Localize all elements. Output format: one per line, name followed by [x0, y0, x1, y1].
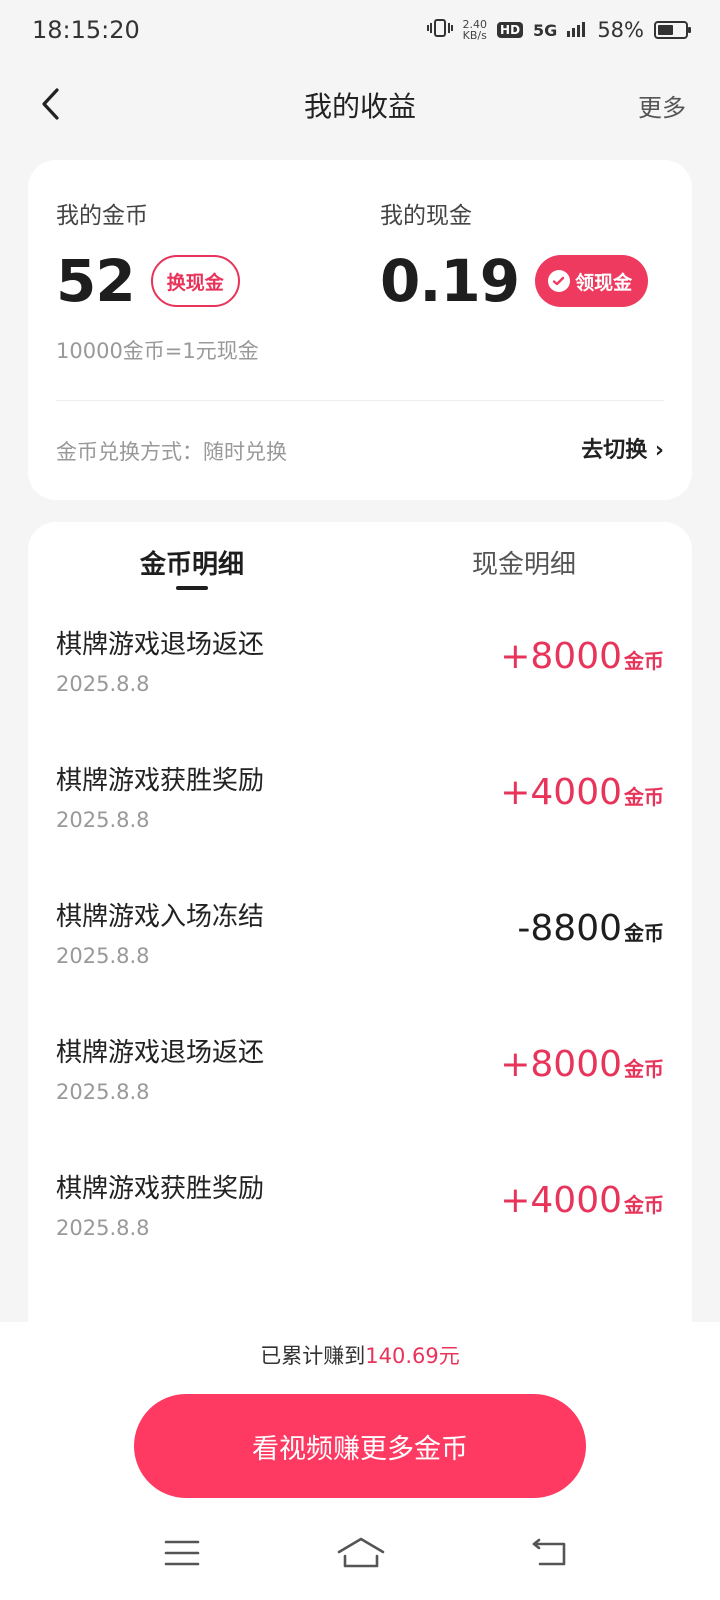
- system-back-icon[interactable]: [530, 1538, 570, 1574]
- record-amount: +4000 金币: [500, 772, 664, 813]
- record-date: 2025.8.8: [56, 1080, 150, 1104]
- signal-bars-icon: [567, 18, 587, 42]
- cash-label: 我的现金: [380, 203, 472, 229]
- coin-balance: 我的金币 52 换现金: [56, 196, 240, 316]
- exchange-method: 金币兑换方式：随时兑换: [56, 440, 287, 464]
- tab-cash-detail[interactable]: 现金明细: [472, 544, 576, 581]
- detail-tabs: 金币明细 现金明细: [28, 522, 692, 612]
- switch-method-button[interactable]: 去切换 ›: [581, 432, 664, 464]
- list-item: 棋牌游戏获胜奖励 2025.8.8 +4000 金币: [28, 1154, 692, 1290]
- net-speed-unit: KB/s: [462, 29, 487, 42]
- status-time: 18:15:20: [32, 16, 140, 44]
- record-amount-unit: 金币: [624, 649, 664, 673]
- record-amount: +8000 金币: [500, 1044, 664, 1085]
- coins-value: 52: [56, 247, 136, 315]
- cumulative-value: 140.69元: [365, 1344, 460, 1368]
- cash-balance: 我的现金 0.19 领现金: [380, 196, 649, 316]
- system-nav-bar: [0, 1532, 720, 1582]
- tab-coin-detail[interactable]: 金币明细: [140, 544, 244, 581]
- back-button[interactable]: [30, 84, 70, 124]
- record-date: 2025.8.8: [56, 1216, 150, 1240]
- record-amount: +4000 金币: [500, 1180, 664, 1221]
- status-icons: 2.40 KB/s HD 5G 58%: [426, 18, 691, 43]
- record-amount-unit: 金币: [624, 785, 664, 809]
- hd-badge: HD: [497, 22, 524, 38]
- home-icon[interactable]: [336, 1536, 386, 1574]
- cash-value: 0.19: [380, 247, 520, 315]
- list-item: 棋牌游戏退场返还 2025.8.8 +8000 金币: [28, 610, 692, 746]
- record-desc: 棋牌游戏退场返还: [56, 630, 265, 660]
- record-amount-unit: 金币: [624, 921, 664, 945]
- vibrate-icon: [426, 18, 453, 43]
- list-item: 棋牌游戏退场返还 2025.8.8 +8000 金币: [28, 1018, 692, 1154]
- nav-bar: 我的收益 更多: [0, 60, 720, 150]
- record-desc: 棋牌游戏获胜奖励: [56, 766, 265, 796]
- battery-fill: [658, 25, 673, 35]
- status-bar: 18:15:20 2.40 KB/s HD 5G 58%: [0, 0, 720, 60]
- tab-underline: [176, 586, 208, 590]
- cumulative-earnings: 已累计赚到140.69元: [0, 1340, 720, 1370]
- record-date: 2025.8.8: [56, 672, 150, 696]
- exchange-cash-button[interactable]: 换现金: [150, 255, 240, 307]
- record-desc: 棋牌游戏入场冻结: [56, 902, 265, 932]
- record-amount-value: +8000: [500, 636, 622, 677]
- record-amount-value: -8800: [517, 908, 622, 949]
- record-date: 2025.8.8: [56, 808, 150, 832]
- coins-label: 我的金币: [56, 203, 148, 229]
- wechat-icon: [548, 270, 571, 292]
- withdraw-cash-label: 领现金: [575, 271, 633, 294]
- record-amount-value: +4000: [500, 772, 622, 813]
- balance-card: 我的金币 52 换现金 我的现金 0.19 领现金 10000金币=1元现金 金…: [28, 160, 692, 500]
- record-amount-unit: 金币: [624, 1193, 664, 1217]
- exchange-rate: 10000金币=1元现金: [56, 339, 259, 363]
- divider: [56, 400, 664, 401]
- battery-percent: 58%: [597, 18, 644, 42]
- net-speed: 2.40 KB/s: [463, 19, 488, 41]
- detail-card: 金币明细 现金明细 棋牌游戏退场返还 2025.8.8 +8000 金币 棋牌游戏…: [28, 522, 692, 1322]
- record-amount: +8000 金币: [500, 636, 664, 677]
- menu-icon[interactable]: [164, 1538, 200, 1572]
- record-amount-value: +4000: [500, 1180, 622, 1221]
- more-button[interactable]: 更多: [638, 88, 686, 123]
- record-date: 2025.8.8: [56, 944, 150, 968]
- record-desc: 棋牌游戏退场返还: [56, 1038, 265, 1068]
- watch-video-button[interactable]: 看视频赚更多金币: [134, 1394, 586, 1498]
- battery-icon: [654, 21, 691, 39]
- bottom-panel: 已累计赚到140.69元 看视频赚更多金币: [0, 1322, 720, 1600]
- record-amount: -8800 金币: [517, 908, 664, 949]
- record-desc: 棋牌游戏获胜奖励: [56, 1174, 265, 1204]
- signal-label: 5G: [533, 20, 558, 40]
- record-amount-unit: 金币: [624, 1057, 664, 1081]
- list-item: 棋牌游戏入场冻结 2025.8.8 -8800 金币: [28, 882, 692, 1018]
- record-amount-value: +8000: [500, 1044, 622, 1085]
- list-item: 棋牌游戏获胜奖励 2025.8.8 +4000 金币: [28, 746, 692, 882]
- page-title: 我的收益: [303, 90, 416, 123]
- withdraw-cash-button[interactable]: 领现金: [535, 255, 649, 307]
- chevron-left-icon: [42, 88, 59, 120]
- cumulative-prefix: 已累计赚到: [260, 1344, 366, 1368]
